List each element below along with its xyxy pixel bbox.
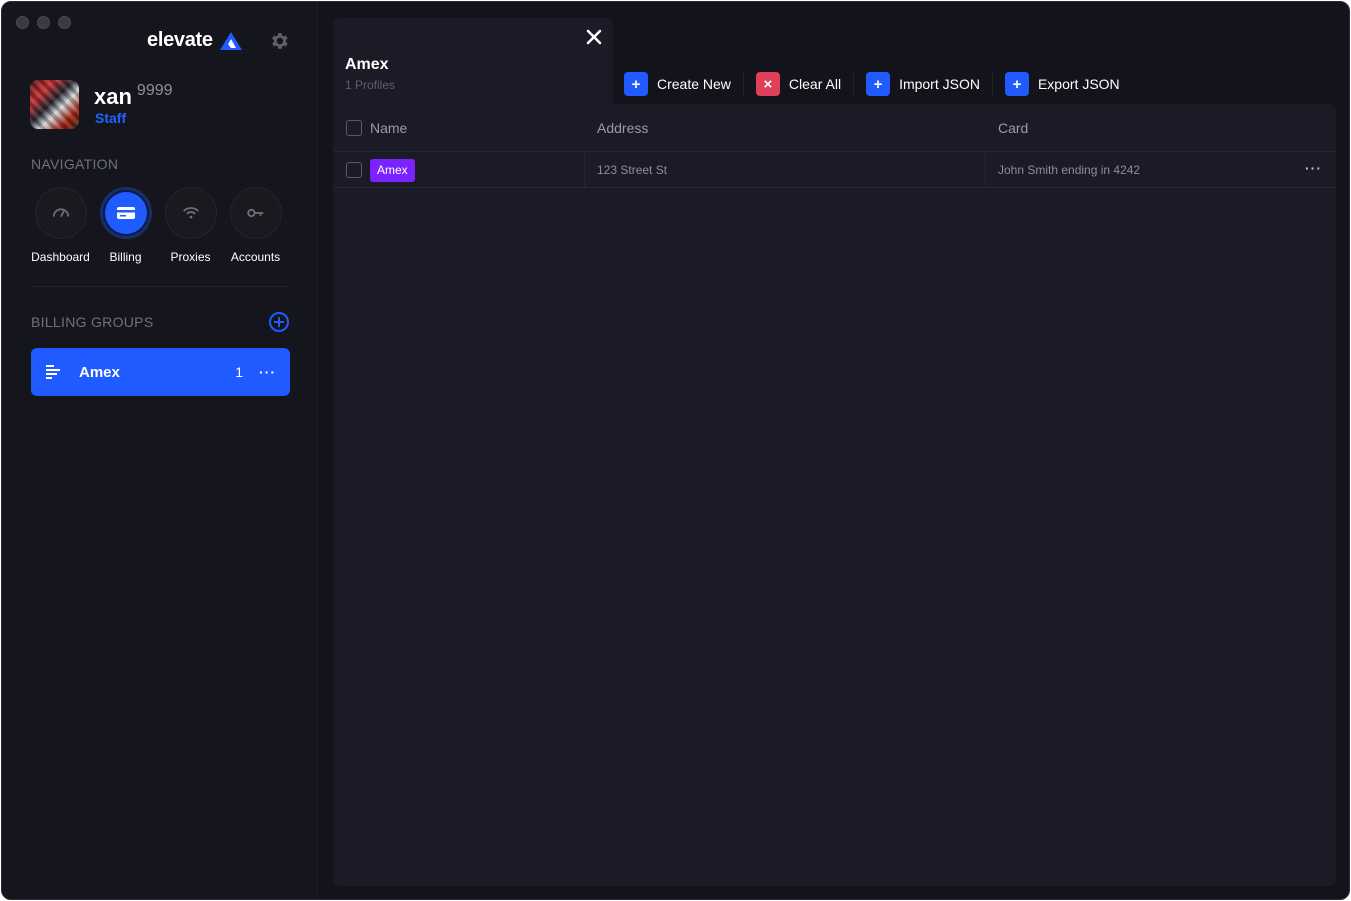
profile-card: John Smith ending in 4242 <box>998 163 1141 177</box>
toolbar: + Create New × Clear All + Import JSON +… <box>624 72 1132 96</box>
minimize-window-button[interactable] <box>37 16 50 29</box>
billing-groups-heading: BILLING GROUPS <box>31 314 154 330</box>
user-discriminator: 9999 <box>136 82 173 99</box>
speedometer-icon <box>52 208 69 218</box>
window-controls <box>16 16 71 29</box>
credit-card-icon <box>116 207 135 219</box>
list-icon <box>46 365 60 379</box>
mountain-logo-icon <box>219 31 242 50</box>
create-new-button[interactable]: + Create New <box>624 72 743 96</box>
user-name-row: xan 9999 <box>94 82 173 110</box>
key-icon <box>246 208 263 218</box>
maximize-window-button[interactable] <box>58 16 71 29</box>
nav-billing[interactable]: Billing <box>93 187 158 264</box>
cell-divider <box>584 152 585 188</box>
cell-divider <box>985 152 986 188</box>
navigation-heading: NAVIGATION <box>31 156 119 172</box>
brand-name: elevate <box>147 29 213 51</box>
username: xan <box>94 84 132 109</box>
plus-icon: + <box>866 72 891 96</box>
user-role: Staff <box>95 110 127 126</box>
profile-name-tag: Amex <box>370 159 415 182</box>
billing-group-more-button[interactable]: ··· <box>259 364 276 380</box>
sidebar: elevate xan 9999 Staff NAVIGATION Dashbo… <box>2 2 318 899</box>
plus-icon: + <box>624 72 648 96</box>
table-row[interactable]: Amex 123 Street St John Smith ending in … <box>333 152 1336 188</box>
nav-accounts[interactable]: Accounts <box>223 187 288 264</box>
import-json-label: Import JSON <box>899 76 980 92</box>
add-group-button[interactable] <box>269 312 289 332</box>
app-window: elevate xan 9999 Staff NAVIGATION Dashbo… <box>1 1 1350 900</box>
nav-proxies[interactable]: Proxies <box>158 187 223 264</box>
select-all-checkbox[interactable] <box>346 120 362 136</box>
profile-address: 123 Street St <box>597 163 668 177</box>
brand: elevate <box>147 29 243 52</box>
x-icon: × <box>755 72 780 96</box>
billing-group-count: 1 <box>235 364 243 380</box>
profiles-panel: Name Address Card Amex 123 Street St Joh… <box>333 104 1336 886</box>
gear-icon[interactable] <box>268 30 290 52</box>
column-header-name[interactable]: Name <box>370 120 407 136</box>
import-json-button[interactable]: + Import JSON <box>866 72 992 96</box>
nav-label-accounts: Accounts <box>230 250 281 264</box>
nav-label-proxies: Proxies <box>170 250 211 264</box>
clear-all-button[interactable]: × Clear All <box>755 72 853 96</box>
toolbar-divider <box>991 73 993 95</box>
nav-dashboard[interactable]: Dashboard <box>28 187 93 264</box>
export-json-button[interactable]: + Export JSON <box>1004 72 1132 96</box>
table-header: Name Address Card <box>333 104 1336 152</box>
clear-all-label: Clear All <box>788 76 842 92</box>
plus-icon: + <box>1004 72 1029 96</box>
toolbar-divider <box>742 73 744 95</box>
toolbar-divider <box>853 73 855 95</box>
nav-label-dashboard: Dashboard <box>31 250 90 264</box>
close-icon[interactable] <box>585 28 603 46</box>
tab-title: Amex <box>345 56 389 73</box>
wifi-icon <box>182 207 199 219</box>
billing-group-item[interactable]: Amex 1 ··· <box>31 348 290 396</box>
nav-bar: Dashboard Billing Proxies Accounts <box>28 187 288 264</box>
nav-label-billing: Billing <box>109 250 142 264</box>
tab-subtitle: 1 Profiles <box>345 78 396 92</box>
sidebar-divider <box>31 286 290 287</box>
close-window-button[interactable] <box>16 16 29 29</box>
create-new-label: Create New <box>657 76 731 92</box>
avatar[interactable] <box>30 80 79 129</box>
row-checkbox[interactable] <box>346 162 362 178</box>
row-more-button[interactable]: ··· <box>1305 160 1322 176</box>
export-json-label: Export JSON <box>1037 76 1120 92</box>
group-tab: Amex 1 Profiles <box>333 18 613 108</box>
plus-icon <box>274 317 284 327</box>
billing-group-name: Amex <box>79 363 120 381</box>
column-header-card[interactable]: Card <box>998 120 1028 136</box>
column-header-address[interactable]: Address <box>597 120 648 136</box>
